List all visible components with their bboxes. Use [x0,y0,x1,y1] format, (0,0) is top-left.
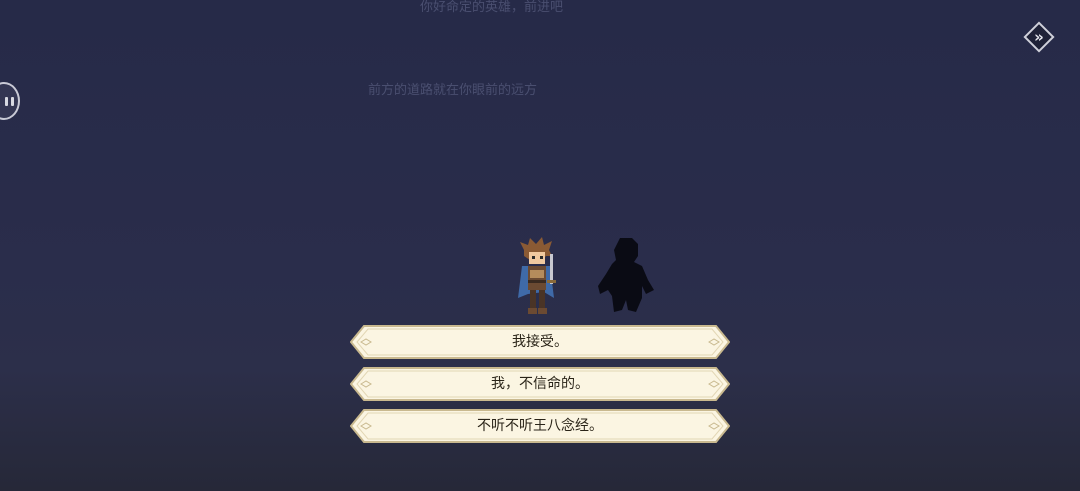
dialogue-line-top: 你好命定的英雄，前进吧 [420,0,564,15]
choice-button-refuse[interactable]: 我，不信命的。 [350,367,730,401]
pause-icon [5,96,8,106]
dialogue-line-mid: 前方的道路就在你眼前的远方 [368,83,538,98]
choice-button-ignore[interactable]: 不听不听王八念经。 [350,409,730,443]
pause-button[interactable] [0,82,20,120]
choice-label: 我接受。 [512,334,568,350]
choice-label: 我，不信命的。 [491,376,589,392]
hero-sprite [518,237,556,314]
fast-forward-icon[interactable]: » [1028,26,1050,48]
choice-button-accept[interactable]: 我接受。 [350,325,730,359]
choice-label: 不听不听王八念经。 [477,418,603,434]
shadow-silhouette [598,238,654,312]
